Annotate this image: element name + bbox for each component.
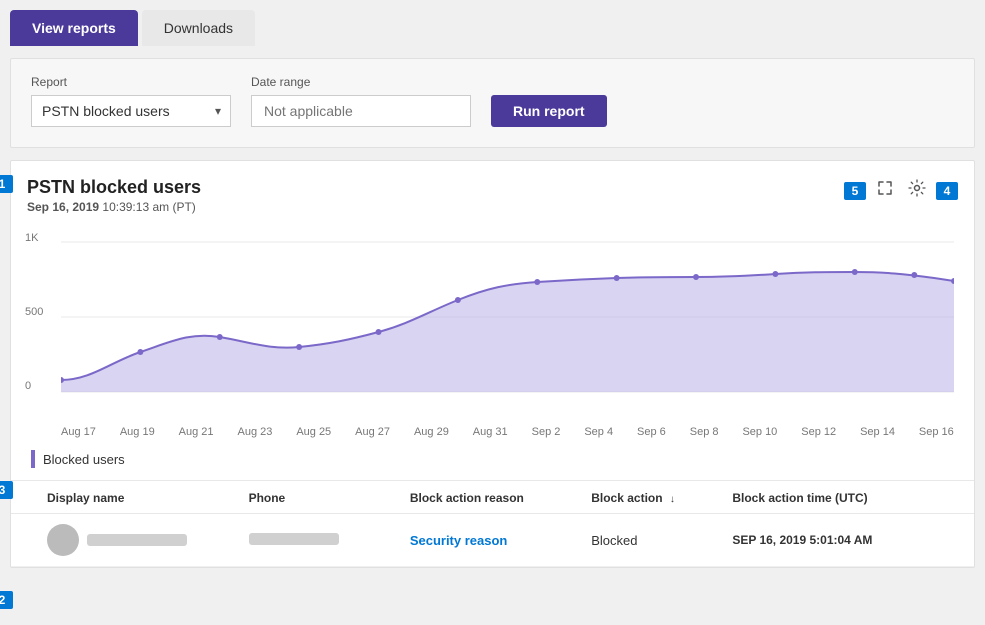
badge-5: 5	[844, 182, 866, 200]
x-label: Sep 6	[637, 426, 666, 438]
th-block-action-reason: Block action reason	[410, 491, 591, 505]
badge-1: 1	[0, 175, 13, 193]
td-display-name	[47, 524, 249, 556]
x-label: Sep 12	[801, 426, 836, 438]
x-label: Sep 4	[584, 426, 613, 438]
expand-icon[interactable]	[872, 177, 898, 204]
report-subtitle: Sep 16, 2019 10:39:13 am (PT)	[27, 200, 201, 214]
chart-svg	[61, 232, 954, 402]
badge-2: 2	[0, 591, 13, 609]
x-label: Sep 16	[919, 426, 954, 438]
name-blurred	[87, 534, 187, 546]
report-card: 1 PSTN blocked users Sep 16, 2019 10:39:…	[10, 160, 975, 568]
th-block-action-time: Block action time (UTC)	[732, 491, 954, 505]
th-block-action[interactable]: Block action ↓	[591, 491, 732, 505]
tab-view-reports[interactable]: View reports	[10, 10, 138, 46]
run-report-button[interactable]: Run report	[491, 95, 607, 127]
x-axis-labels: Aug 17 Aug 19 Aug 21 Aug 23 Aug 25 Aug 2…	[11, 422, 974, 442]
avatar	[47, 524, 79, 556]
report-select[interactable]: PSTN blocked users	[31, 95, 231, 127]
report-time-val: 10:39:13 am (PT)	[102, 200, 195, 214]
report-select-wrapper: PSTN blocked users ▾	[31, 95, 231, 127]
y-label-0: 0	[25, 380, 43, 392]
td-phone	[249, 533, 410, 548]
x-label: Aug 21	[179, 426, 214, 438]
x-label: Sep 8	[690, 426, 719, 438]
chart-legend: Blocked users	[11, 442, 974, 480]
x-label: Aug 27	[355, 426, 390, 438]
td-block-action: Blocked	[591, 533, 732, 548]
x-label: Aug 23	[237, 426, 272, 438]
th-phone: Phone	[249, 491, 410, 505]
phone-blurred	[249, 533, 339, 545]
y-axis-labels: 1K 500 0	[25, 232, 43, 392]
x-label: Sep 10	[742, 426, 777, 438]
table-section: 3 Display name Phone Block action reason…	[11, 480, 974, 567]
td-block-action-time: SEP 16, 2019 5:01:04 AM	[732, 533, 954, 547]
th-block-action-label: Block action	[591, 491, 662, 505]
x-label: Aug 17	[61, 426, 96, 438]
tab-downloads[interactable]: Downloads	[142, 10, 255, 46]
table-header-row: Display name Phone Block action reason B…	[11, 481, 974, 514]
tabs-bar: View reports Downloads	[0, 0, 985, 46]
legend-color-blocked-users	[31, 450, 35, 468]
report-title-block: PSTN blocked users Sep 16, 2019 10:39:13…	[27, 177, 201, 214]
settings-icon[interactable]	[904, 177, 930, 204]
sort-desc-icon: ↓	[670, 494, 675, 505]
y-label-500: 500	[25, 306, 43, 318]
th-display-name: Display name	[47, 491, 249, 505]
table-row: Security reason Blocked SEP 16, 2019 5:0…	[11, 514, 974, 567]
legend-label-blocked-users: Blocked users	[43, 452, 125, 467]
badge-3: 3	[0, 481, 13, 499]
report-title: PSTN blocked users	[27, 177, 201, 198]
x-label: Sep 14	[860, 426, 895, 438]
report-label: Report	[31, 75, 231, 89]
filter-panel: Report PSTN blocked users ▾ Date range R…	[10, 58, 975, 148]
badge-4: 4	[936, 182, 958, 200]
x-label: Sep 2	[532, 426, 561, 438]
date-range-input[interactable]	[251, 95, 471, 127]
x-label: Aug 19	[120, 426, 155, 438]
report-filter-group: Report PSTN blocked users ▾	[31, 75, 231, 127]
date-range-label: Date range	[251, 75, 471, 89]
y-label-1k: 1K	[25, 232, 43, 244]
report-date: Sep 16, 2019	[27, 200, 99, 214]
x-label: Aug 29	[414, 426, 449, 438]
chart-area: 1K 500 0	[11, 222, 974, 422]
report-header: PSTN blocked users Sep 16, 2019 10:39:13…	[11, 177, 974, 222]
report-controls: 5 4	[844, 177, 958, 204]
x-label: Aug 25	[296, 426, 331, 438]
x-label: Aug 31	[473, 426, 508, 438]
td-block-action-reason: Security reason	[410, 533, 591, 548]
date-range-filter-group: Date range	[251, 75, 471, 127]
